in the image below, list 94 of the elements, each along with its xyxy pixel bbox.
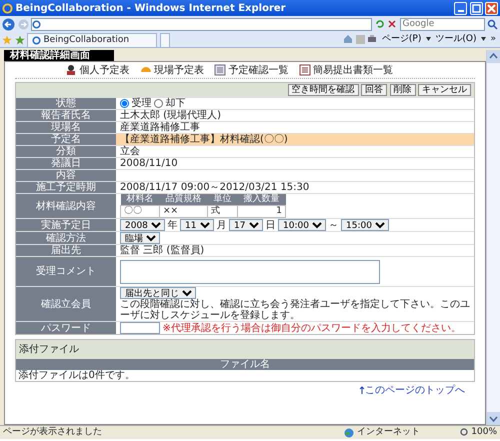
nav-link[interactable]: 個人予定表 [80,64,130,76]
field-value: 産業道路補修工事 [119,122,201,133]
zoom-icon [460,428,469,437]
field-label: 施工予定時期 [16,182,116,193]
zone-label: インターネット [356,427,420,438]
field-label: 実施予定日 [16,219,116,231]
address-field[interactable] [31,18,372,30]
minimize-icon [458,10,464,12]
unit-label: 年 [168,220,178,230]
table-cell: ×× [160,206,208,218]
status-message: ページが表示されました [3,427,102,438]
search-field[interactable]: Google [400,18,484,30]
table-cell: 1 [238,206,286,218]
zoom-level[interactable]: 100% [471,427,497,438]
field-label: 状態 [16,98,116,109]
document-icon [298,64,310,76]
table-cell: 式 [208,206,238,218]
nav-link[interactable]: 現場予定表 [154,64,204,76]
browser-tab[interactable]: BeingCollaboration [27,33,157,47]
warning-text: ※代理承認を行う場合は御自分のパスワードを入力してください。 [162,322,461,334]
unit-label: 日 [266,220,276,230]
toolbar-overflow[interactable]: » [488,34,498,44]
unit-label: ～ [328,220,338,230]
page-menu[interactable]: ページ(P) [380,34,424,44]
close-icon [486,2,497,14]
dropdown[interactable]: 臨場 [120,232,160,244]
nav-link[interactable]: 簡易提出書類一覧 [313,64,393,76]
radio-label: 受理 [132,98,152,109]
stop-icon[interactable] [387,19,397,29]
field-label: 分類 [16,146,116,157]
refresh-icon[interactable] [374,19,384,29]
new-tab-button[interactable] [160,33,170,47]
favorites-star-icon[interactable] [2,34,12,44]
browser-icon [2,2,13,14]
radio-button[interactable] [120,99,129,108]
table-cell: 〇〇 [120,206,160,218]
column-header: ファイル名 [16,359,474,370]
caret-icon [426,37,431,41]
field-value: 2008/11/17 09:00～2012/03/21 15:30 [119,182,310,193]
dropdown[interactable]: 15:00 [341,219,389,231]
tools-menu[interactable]: ツール(O) [433,34,478,44]
attachments-title: 添付ファイル [16,340,474,359]
up-arrow-icon [359,386,365,394]
field-value: 2008/11/10 [119,158,179,169]
home-icon[interactable] [343,34,354,44]
dropdown[interactable]: 11 [180,219,214,231]
close-button[interactable] [485,2,498,14]
field-value: 土木太郎 (現場代理人) [119,110,222,121]
nav-link[interactable]: 予定確認一覧 [228,64,288,76]
dropdown[interactable]: 届出先と同じ [120,287,196,299]
field-value: 立会 [119,146,141,157]
action-button[interactable]: 削除 [390,84,416,96]
field-label: 現場名 [16,122,116,133]
dropdown[interactable]: 2008 [120,219,165,231]
page-top-link[interactable]: このページのトップへ [359,384,465,396]
field-label: 報告者氏名 [16,110,116,121]
action-button[interactable]: 回答 [361,84,387,96]
highlighted-value: 【産業道路補修工事】材料確認(〇〇) [116,134,474,145]
dropdown[interactable]: 17 [229,219,263,231]
empty-message: 添付ファイルは0件です。 [18,370,136,381]
field-label: 届出先 [16,245,116,256]
maximize-icon [470,2,482,14]
field-label: 確認立会員 [16,287,116,321]
search-button[interactable] [487,18,498,30]
print-icon[interactable] [367,34,378,44]
comment-field[interactable] [120,260,380,284]
help-text: この段階確認に対し、確認に立ち会う発注者ユーザを指定して下さい。このユーザに対しスケジュールを登録します。 [120,299,470,321]
field-label: 材料確認内容 [16,194,116,218]
scroll-down-icon[interactable] [487,412,500,425]
minimize-button[interactable] [454,2,467,14]
field-label: 受理コメント [16,257,116,286]
action-button[interactable]: キャンセル [418,84,471,96]
globe-icon [344,428,354,438]
back-button[interactable] [2,18,15,30]
action-button[interactable]: 空き時間を確認 [288,84,358,96]
field-label: パスワード [16,322,116,334]
caret-icon [480,37,486,41]
scroll-up-icon[interactable] [487,50,500,63]
field-label: 確認方法 [16,232,116,244]
unit-label: 月 [216,220,226,230]
window-title: BeingCollaboration - Windows Internet Explorer [16,2,286,14]
person-icon [65,64,77,76]
field-label: 予定名 [16,134,116,145]
field-label: 発議日 [16,158,116,169]
dropdown[interactable]: 10:00 [278,219,326,231]
add-favorite-icon[interactable] [14,34,24,44]
field-label: 内容 [16,170,116,181]
radio-label: 却下 [166,98,186,109]
list-icon [214,64,226,76]
field-value: 監督 三郎 (監督員) [119,245,206,256]
password-field[interactable] [120,322,160,334]
maximize-button[interactable] [470,2,482,14]
column-header: 材料名 [120,194,160,206]
radio-button[interactable] [154,99,163,108]
